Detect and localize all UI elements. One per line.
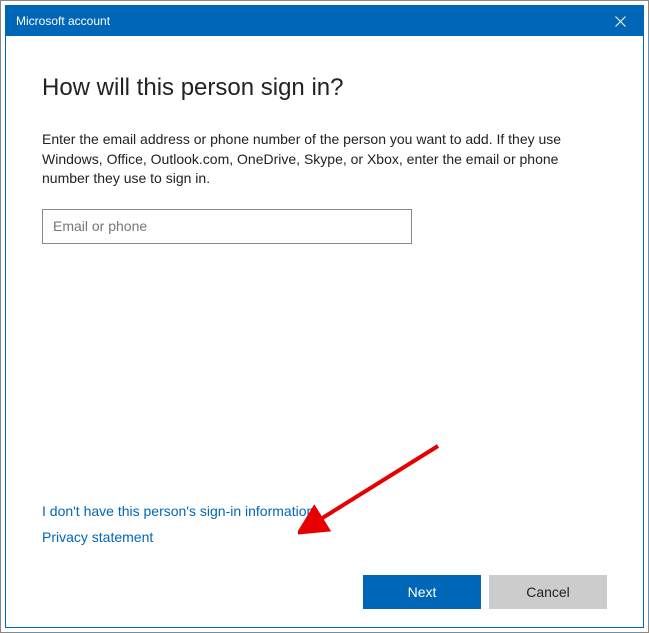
dialog-content: How will this person sign in? Enter the … (6, 36, 643, 627)
dialog-window: Microsoft account How will this person s… (5, 5, 644, 628)
cancel-button[interactable]: Cancel (489, 575, 607, 609)
no-signin-info-link[interactable]: I don't have this person's sign-in infor… (42, 503, 607, 519)
button-row: Next Cancel (42, 575, 607, 609)
window-title: Microsoft account (16, 14, 110, 28)
description: Enter the email address or phone number … (42, 130, 607, 189)
close-button[interactable] (598, 6, 643, 36)
close-icon (615, 16, 626, 27)
outer-container: Microsoft account How will this person s… (0, 0, 649, 633)
heading: How will this person sign in? (42, 74, 607, 102)
email-phone-input[interactable] (42, 209, 412, 244)
privacy-statement-link[interactable]: Privacy statement (42, 529, 607, 545)
spacer (42, 244, 607, 503)
next-button[interactable]: Next (363, 575, 481, 609)
titlebar[interactable]: Microsoft account (6, 6, 643, 36)
